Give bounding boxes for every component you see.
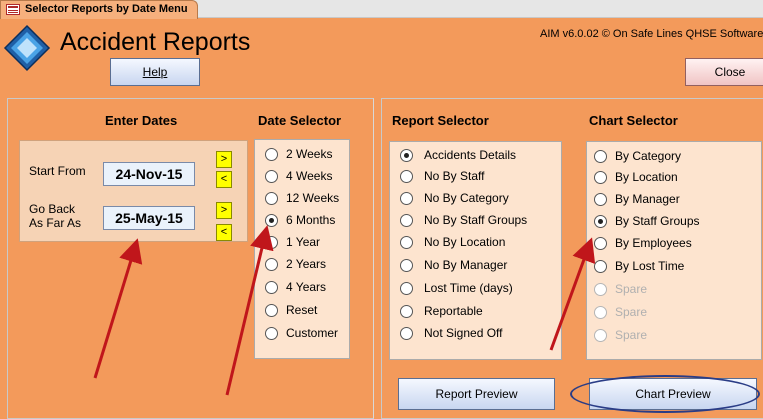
date-option-label: 4 Years bbox=[286, 280, 327, 294]
report-option-label: Lost Time (days) bbox=[424, 281, 513, 295]
radio-icon bbox=[265, 170, 278, 183]
chart-option-label: Spare bbox=[615, 282, 648, 296]
help-button[interactable]: Help bbox=[110, 58, 200, 86]
form-icon bbox=[6, 4, 20, 15]
report-option-label: Not Signed Off bbox=[424, 326, 503, 340]
chart-option-label: By Category bbox=[615, 149, 682, 163]
radio-disabled-icon bbox=[594, 306, 607, 319]
radio-icon bbox=[594, 260, 607, 273]
date-selector-box: 2 Weeks 4 Weeks 12 Weeks 6 Months 1 Year… bbox=[254, 139, 350, 359]
radio-icon bbox=[400, 305, 413, 318]
chart-option-label: By Manager bbox=[615, 192, 680, 206]
report-selector-heading: Report Selector bbox=[392, 113, 489, 128]
radio-icon bbox=[265, 327, 278, 340]
version-text: AIM v6.0.02 © On Safe Lines QHSE Softwar… bbox=[540, 28, 763, 40]
tab-title: Selector Reports by Date Menu bbox=[25, 3, 188, 15]
date-option-label: 2 Weeks bbox=[286, 147, 333, 161]
chart-option-label: By Employees bbox=[615, 236, 692, 250]
radio-selected-icon bbox=[594, 215, 607, 228]
date-option-label: 4 Weeks bbox=[286, 169, 333, 183]
radio-disabled-icon bbox=[594, 329, 607, 342]
close-button[interactable]: Close bbox=[685, 58, 763, 86]
as-far-as-label: As Far As bbox=[29, 216, 82, 230]
radio-icon bbox=[400, 214, 413, 227]
radio-icon bbox=[594, 193, 607, 206]
report-option-label: No By Manager bbox=[424, 258, 508, 272]
chart-selector-heading: Chart Selector bbox=[589, 113, 678, 128]
close-label: Close bbox=[714, 65, 746, 79]
date-selector-heading: Date Selector bbox=[258, 113, 342, 128]
date-option-label: Reset bbox=[286, 303, 318, 317]
chart-option-label: Spare bbox=[615, 305, 648, 319]
radio-selected-icon bbox=[265, 214, 278, 227]
enter-dates-heading: Enter Dates bbox=[105, 113, 178, 128]
report-option-label: Accidents Details bbox=[424, 148, 517, 162]
start-date-field[interactable]: 24-Nov-15 bbox=[103, 162, 195, 186]
chart-option-label: By Location bbox=[615, 170, 678, 184]
radio-icon bbox=[400, 170, 413, 183]
radio-icon bbox=[265, 192, 278, 205]
highlight-oval bbox=[570, 375, 760, 413]
radio-icon bbox=[594, 150, 607, 163]
report-option-label: No By Staff Groups bbox=[424, 213, 528, 227]
radio-icon bbox=[400, 327, 413, 340]
chart-option-label: By Staff Groups bbox=[615, 214, 700, 228]
radio-selected-icon bbox=[400, 149, 413, 162]
radio-icon bbox=[400, 282, 413, 295]
help-label: Help bbox=[142, 65, 168, 79]
report-option-label: No By Staff bbox=[424, 169, 485, 183]
chart-option-label: By Lost Time bbox=[615, 259, 685, 273]
date-option-label: Customer bbox=[286, 326, 339, 340]
start-next-button[interactable]: > bbox=[216, 151, 232, 168]
start-from-label: Start From bbox=[29, 164, 86, 178]
page-title: Accident Reports bbox=[60, 28, 251, 56]
date-option-label: 1 Year bbox=[286, 235, 321, 249]
back-date-field[interactable]: 25-May-15 bbox=[103, 206, 195, 230]
report-option-label: No By Category bbox=[424, 191, 509, 205]
chart-option-label: Spare bbox=[615, 328, 648, 342]
radio-icon bbox=[400, 236, 413, 249]
report-preview-button[interactable]: Report Preview bbox=[398, 378, 555, 410]
back-prev-button[interactable]: < bbox=[216, 224, 232, 241]
chart-selector-box: By Category By Location By Manager By St… bbox=[586, 141, 762, 360]
report-option-label: No By Location bbox=[424, 235, 506, 249]
back-next-button[interactable]: > bbox=[216, 202, 232, 219]
report-preview-label: Report Preview bbox=[435, 387, 518, 401]
tab-selector-reports[interactable]: Selector Reports by Date Menu bbox=[0, 0, 198, 19]
go-back-label: Go Back bbox=[29, 202, 76, 216]
date-option-label: 2 Years bbox=[286, 257, 327, 271]
radio-icon bbox=[265, 148, 278, 161]
report-selector-box: Accidents Details No By Staff No By Cate… bbox=[389, 141, 562, 360]
radio-icon bbox=[265, 258, 278, 271]
radio-icon bbox=[594, 237, 607, 250]
radio-icon bbox=[265, 304, 278, 317]
start-prev-button[interactable]: < bbox=[216, 171, 232, 188]
radio-icon bbox=[265, 281, 278, 294]
date-option-label: 6 Months bbox=[286, 213, 336, 227]
date-option-label: 12 Weeks bbox=[286, 191, 340, 205]
radio-disabled-icon bbox=[594, 283, 607, 296]
radio-icon bbox=[594, 171, 607, 184]
radio-icon bbox=[400, 192, 413, 205]
radio-icon bbox=[265, 236, 278, 249]
tab-bar: Selector Reports by Date Menu bbox=[0, 0, 763, 19]
radio-icon bbox=[400, 259, 413, 272]
report-option-label: Reportable bbox=[424, 304, 483, 318]
diamond-logo bbox=[3, 24, 51, 72]
